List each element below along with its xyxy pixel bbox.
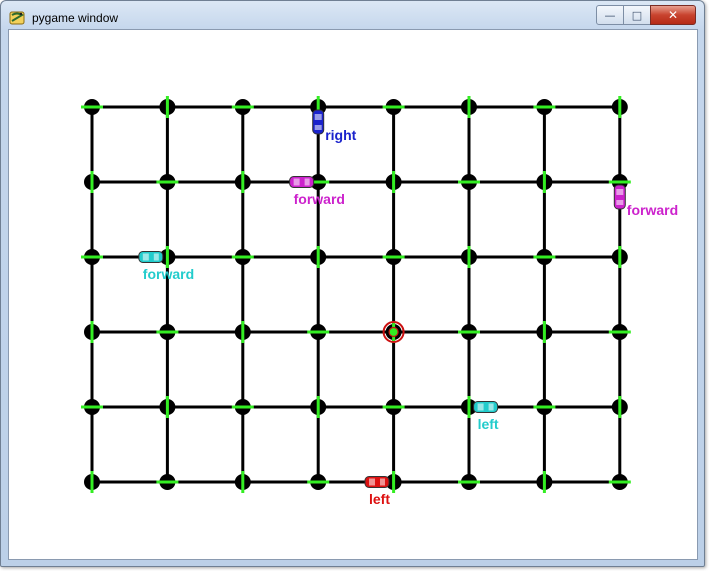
car-magenta-right-forward-body <box>613 184 626 210</box>
game-canvas[interactable]: right forward forward forward left left <box>8 29 698 560</box>
title-bar[interactable]: pygame window — □ ✕ <box>1 1 704 29</box>
car-magenta-right-forward-label: forward <box>627 202 678 218</box>
car-blue-right-body <box>312 109 325 135</box>
car-red-left-body <box>364 476 390 488</box>
car-cyan-left-label: left <box>478 416 499 432</box>
car-red-left-rear-window <box>380 478 386 486</box>
car-magenta-center-forward-label: forward <box>294 191 345 207</box>
car-blue-right-windshield <box>314 114 322 120</box>
pygame-window: pygame window — □ ✕ right forward forward f… <box>0 0 705 567</box>
pygame-snake-icon <box>9 11 25 25</box>
window-controls: — □ ✕ <box>596 5 696 25</box>
maximize-icon: □ <box>631 8 643 22</box>
car-magenta-center-forward-windshield <box>293 178 300 186</box>
car-magenta-right-forward-rear-window <box>616 200 624 205</box>
car-cyan-left-body <box>473 401 499 413</box>
car-cyan-left-forward-windshield <box>142 253 149 261</box>
car-magenta-center-forward-rear-window <box>304 178 310 186</box>
window-title: pygame window <box>32 11 119 25</box>
maximize-button[interactable]: □ <box>623 5 651 25</box>
car-blue-right-label: right <box>325 127 356 143</box>
car-magenta-right-forward-windshield <box>616 189 624 195</box>
minimize-icon: — <box>604 8 616 22</box>
car-cyan-left-rear-window <box>488 403 494 411</box>
car-red-left-windshield <box>369 478 376 486</box>
car-magenta-center-forward-body <box>289 176 315 188</box>
car-cyan-left-forward-rear-window <box>153 253 159 261</box>
car-red-left-label: left <box>369 491 390 507</box>
minimize-button[interactable]: — <box>596 5 624 25</box>
target-dot <box>388 326 399 338</box>
car-cyan-left-windshield <box>477 403 484 411</box>
car-cyan-left-forward-body <box>138 251 164 263</box>
car-cyan-left-forward-label: forward <box>143 266 194 282</box>
road-grid-board: right forward forward forward left left <box>81 96 678 507</box>
close-icon: ✕ <box>667 8 679 22</box>
car-blue-right-rear-window <box>314 125 322 130</box>
close-button[interactable]: ✕ <box>650 5 696 25</box>
